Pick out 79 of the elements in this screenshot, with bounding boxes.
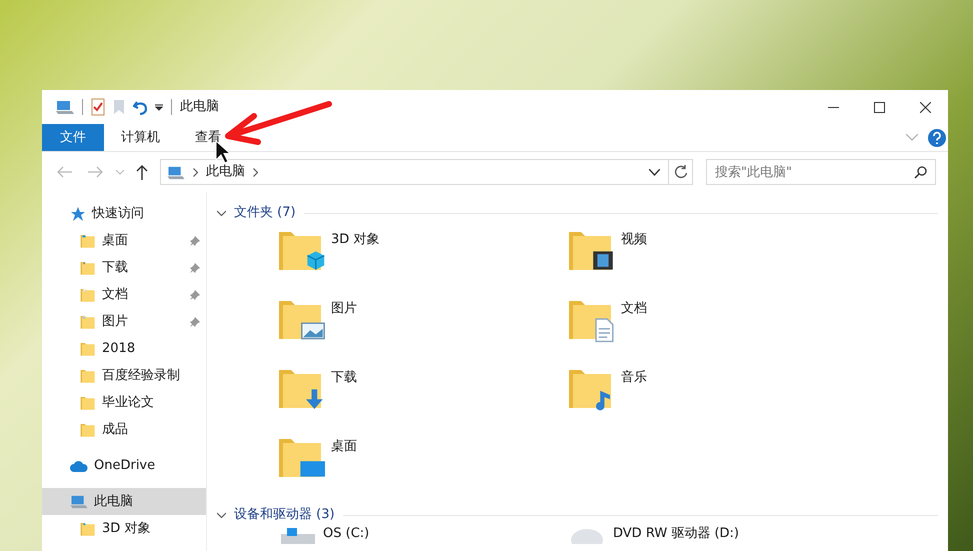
nav-label: OneDrive	[94, 456, 156, 475]
nav-item[interactable]: OneDrive	[42, 452, 206, 479]
nav-label: 图片	[102, 312, 128, 331]
folder-icon	[80, 368, 96, 384]
address-field[interactable]: 此电脑	[160, 159, 693, 185]
section-header[interactable]: 文件夹 (7)	[234, 203, 296, 223]
computer-icon	[56, 99, 74, 115]
nav-label: 3D 对象	[102, 520, 150, 538]
folder-icon	[80, 314, 96, 330]
computer-icon	[70, 494, 88, 509]
star-icon	[70, 206, 86, 222]
nav-item[interactable]: 成品	[42, 416, 206, 443]
nav-label: 2018	[102, 340, 136, 358]
nav-label: 下载	[102, 258, 128, 277]
file-menu-button[interactable]: 文件	[42, 124, 104, 151]
nav-label: 文档	[102, 286, 128, 304]
refresh-icon[interactable]	[674, 165, 688, 179]
folder-icon	[80, 422, 96, 438]
chevron-right-icon	[193, 168, 198, 176]
nav-label: 快速访问	[92, 204, 144, 223]
nav-item[interactable]: 下载	[42, 254, 206, 281]
item-label: 桌面	[331, 438, 357, 456]
nav-label: 此电脑	[94, 492, 133, 511]
nav-label: 毕业论文	[102, 394, 154, 412]
folder-item[interactable]: 下载	[277, 362, 567, 431]
chevron-down-icon[interactable]	[217, 510, 226, 520]
folder-icon	[80, 260, 96, 276]
close-icon	[920, 102, 930, 112]
maximize-icon	[874, 102, 884, 112]
folder-icon	[80, 232, 96, 248]
drive-item[interactable]: OS (C:)	[277, 526, 567, 546]
folder-icon	[80, 286, 96, 302]
nav-item[interactable]: 图片	[42, 308, 206, 335]
item-label: DVD RW 驱动器 (D:)	[613, 526, 739, 542]
drive-item[interactable]: DVD RW 驱动器 (D:)	[567, 526, 857, 546]
chevron-down-icon[interactable]	[217, 208, 226, 218]
nav-item[interactable]: 3D 对象	[42, 515, 206, 542]
nav-label: 百度经验录制	[102, 366, 180, 385]
nav-item[interactable]: 桌面	[42, 227, 206, 254]
folder-item[interactable]: 桌面	[277, 431, 567, 500]
search-icon[interactable]	[914, 166, 927, 179]
nav-label: 成品	[102, 420, 128, 439]
nav-item[interactable]: 2018	[42, 335, 206, 362]
nav-item[interactable]: 文档	[42, 281, 206, 308]
folder-icon	[80, 394, 96, 410]
search-field[interactable]: 搜索"此电脑"	[706, 159, 936, 185]
folder-item[interactable]: 图片	[277, 293, 567, 362]
nav-label: 桌面	[102, 232, 128, 250]
folder-item[interactable]: 音乐	[567, 362, 857, 431]
item-label: OS (C:)	[323, 526, 370, 542]
ribbon-tab[interactable]: 计算机	[104, 124, 178, 151]
help-icon[interactable]	[928, 128, 946, 146]
item-label: 音乐	[621, 369, 647, 387]
folder-icon	[80, 520, 96, 536]
folder-icon	[80, 340, 96, 356]
section-header[interactable]: 设备和驱动器 (3)	[234, 505, 335, 525]
minimize-icon	[828, 106, 838, 108]
undo-icon[interactable]	[133, 99, 149, 115]
breadcrumb-item[interactable]: 此电脑	[206, 162, 245, 182]
item-label: 3D 对象	[331, 231, 380, 249]
chevron-right-icon[interactable]	[253, 168, 258, 176]
checklist-icon[interactable]	[91, 98, 105, 116]
folder-item[interactable]: 视频	[567, 224, 857, 293]
nav-item[interactable]: 此电脑	[42, 488, 206, 515]
item-label: 文档	[621, 300, 647, 318]
nav-item[interactable]: 快速访问	[42, 200, 206, 227]
chevron-down-icon[interactable]	[649, 168, 660, 176]
folder-item[interactable]: 3D 对象	[277, 224, 567, 293]
folder-item[interactable]: 文档	[567, 293, 857, 362]
nav-item[interactable]: 毕业论文	[42, 389, 206, 416]
item-label: 图片	[331, 300, 357, 318]
item-label: 视频	[621, 231, 647, 249]
dropdown-icon[interactable]	[155, 103, 163, 111]
computer-icon	[167, 164, 185, 180]
up-arrow-icon[interactable]	[136, 164, 148, 180]
window-title: 此电脑	[180, 98, 219, 116]
item-label: 下载	[331, 369, 357, 387]
nav-item[interactable]: 百度经验录制	[42, 362, 206, 389]
cloud-icon	[70, 460, 88, 472]
